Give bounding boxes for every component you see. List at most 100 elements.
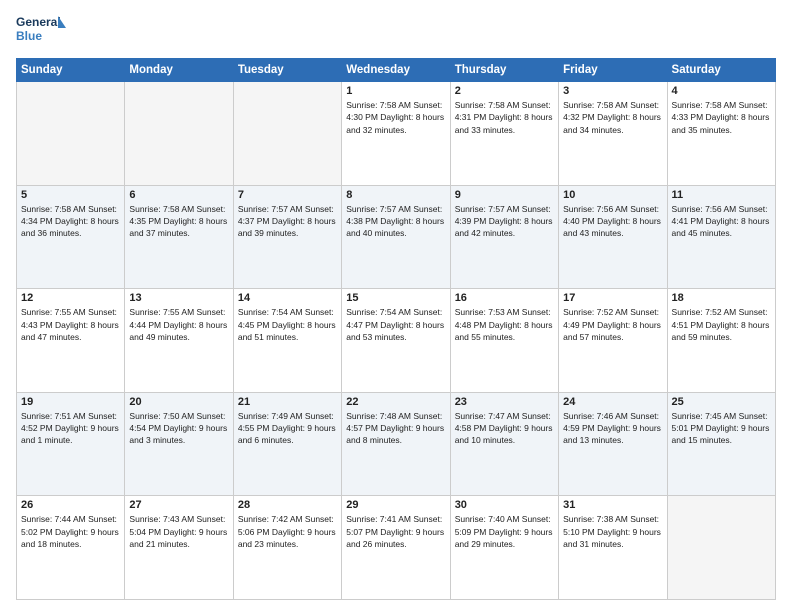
- svg-text:General: General: [16, 15, 61, 29]
- calendar-cell: 6 Sunrise: 7:58 AM Sunset: 4:35 PM Daylig…: [125, 185, 233, 289]
- day-info: Sunrise: 7:54 AM Sunset: 4:45 PM Dayligh…: [238, 306, 337, 343]
- calendar-header-monday: Monday: [125, 59, 233, 82]
- day-number: 2: [455, 85, 554, 97]
- day-number: 20: [129, 396, 228, 408]
- day-number: 11: [672, 189, 771, 201]
- calendar-cell: 3Sunrise: 7:58 AM Sunset: 4:32 PM Daylig…: [559, 82, 667, 186]
- day-number: 14: [238, 292, 337, 304]
- day-info: Sunrise: 7:58 AM Sunset: 4:35 PM Dayligh…: [129, 203, 228, 240]
- day-info: Sunrise: 7:43 AM Sunset: 5:04 PM Dayligh…: [129, 513, 228, 550]
- day-info: Sunrise: 7:50 AM Sunset: 4:54 PM Dayligh…: [129, 410, 228, 447]
- day-number: 10: [563, 189, 662, 201]
- day-info: Sunrise: 7:44 AM Sunset: 5:02 PM Dayligh…: [21, 513, 120, 550]
- day-number: 21: [238, 396, 337, 408]
- day-number: 5: [21, 189, 120, 201]
- calendar-cell: 28 Sunrise: 7:42 AM Sunset: 5:06 PM Dayli…: [233, 496, 341, 600]
- day-number: 23: [455, 396, 554, 408]
- day-info: Sunrise: 7:52 AM Sunset: 4:51 PM Dayligh…: [672, 306, 771, 343]
- day-info: Sunrise: 7:58 AM Sunset: 4:31 PM Dayligh…: [455, 99, 554, 136]
- calendar-header-tuesday: Tuesday: [233, 59, 341, 82]
- day-info: Sunrise: 7:45 AM Sunset: 5:01 PM Dayligh…: [672, 410, 771, 447]
- calendar-cell: [667, 496, 775, 600]
- calendar-cell: 16 Sunrise: 7:53 AM Sunset: 4:48 PM Dayli…: [450, 289, 558, 393]
- day-number: 22: [346, 396, 445, 408]
- day-info: Sunrise: 7:46 AM Sunset: 4:59 PM Dayligh…: [563, 410, 662, 447]
- calendar-table: SundayMondayTuesdayWednesdayThursdayFrid…: [16, 58, 776, 600]
- day-info: Sunrise: 7:58 AM Sunset: 4:32 PM Dayligh…: [563, 99, 662, 136]
- day-number: 19: [21, 396, 120, 408]
- calendar-cell: [125, 82, 233, 186]
- day-number: 31: [563, 499, 662, 511]
- calendar-cell: 25 Sunrise: 7:45 AM Sunset: 5:01 PM Dayli…: [667, 392, 775, 496]
- calendar-cell: 31 Sunrise: 7:38 AM Sunset: 5:10 PM Dayli…: [559, 496, 667, 600]
- calendar-cell: 29Sunrise: 7:41 AM Sunset: 5:07 PM Dayli…: [342, 496, 450, 600]
- day-number: 1: [346, 85, 445, 97]
- calendar-cell: 18 Sunrise: 7:52 AM Sunset: 4:51 PM Dayli…: [667, 289, 775, 393]
- calendar-cell: 12Sunrise: 7:55 AM Sunset: 4:43 PM Dayli…: [17, 289, 125, 393]
- calendar-cell: [17, 82, 125, 186]
- day-number: 16: [455, 292, 554, 304]
- day-number: 24: [563, 396, 662, 408]
- day-number: 4: [672, 85, 771, 97]
- header: General Blue: [16, 12, 776, 50]
- calendar-header-saturday: Saturday: [667, 59, 775, 82]
- logo: General Blue: [16, 12, 66, 50]
- day-info: Sunrise: 7:54 AM Sunset: 4:47 PM Dayligh…: [346, 306, 445, 343]
- calendar-cell: 8Sunrise: 7:57 AM Sunset: 4:38 PM Daylig…: [342, 185, 450, 289]
- calendar-header-sunday: Sunday: [17, 59, 125, 82]
- svg-text:Blue: Blue: [16, 29, 42, 43]
- day-info: Sunrise: 7:55 AM Sunset: 4:44 PM Dayligh…: [129, 306, 228, 343]
- calendar-header-wednesday: Wednesday: [342, 59, 450, 82]
- day-number: 18: [672, 292, 771, 304]
- day-info: Sunrise: 7:49 AM Sunset: 4:55 PM Dayligh…: [238, 410, 337, 447]
- day-number: 17: [563, 292, 662, 304]
- calendar-cell: 2 Sunrise: 7:58 AM Sunset: 4:31 PM Daylig…: [450, 82, 558, 186]
- day-info: Sunrise: 7:58 AM Sunset: 4:30 PM Dayligh…: [346, 99, 445, 136]
- day-info: Sunrise: 7:42 AM Sunset: 5:06 PM Dayligh…: [238, 513, 337, 550]
- day-number: 28: [238, 499, 337, 511]
- day-number: 9: [455, 189, 554, 201]
- day-number: 7: [238, 189, 337, 201]
- page: General Blue SundayMondayTuesdayWednesda…: [0, 0, 792, 612]
- day-info: Sunrise: 7:41 AM Sunset: 5:07 PM Dayligh…: [346, 513, 445, 550]
- calendar-cell: 27 Sunrise: 7:43 AM Sunset: 5:04 PM Dayli…: [125, 496, 233, 600]
- calendar-cell: 30 Sunrise: 7:40 AM Sunset: 5:09 PM Dayli…: [450, 496, 558, 600]
- calendar-cell: 7 Sunrise: 7:57 AM Sunset: 4:37 PM Daylig…: [233, 185, 341, 289]
- day-info: Sunrise: 7:48 AM Sunset: 4:57 PM Dayligh…: [346, 410, 445, 447]
- day-info: Sunrise: 7:58 AM Sunset: 4:34 PM Dayligh…: [21, 203, 120, 240]
- day-info: Sunrise: 7:53 AM Sunset: 4:48 PM Dayligh…: [455, 306, 554, 343]
- day-info: Sunrise: 7:57 AM Sunset: 4:37 PM Dayligh…: [238, 203, 337, 240]
- calendar-cell: 11 Sunrise: 7:56 AM Sunset: 4:41 PM Dayli…: [667, 185, 775, 289]
- day-number: 13: [129, 292, 228, 304]
- calendar-cell: 22 Sunrise: 7:48 AM Sunset: 4:57 PM Dayli…: [342, 392, 450, 496]
- calendar-cell: [233, 82, 341, 186]
- day-number: 27: [129, 499, 228, 511]
- day-info: Sunrise: 7:38 AM Sunset: 5:10 PM Dayligh…: [563, 513, 662, 550]
- day-number: 30: [455, 499, 554, 511]
- day-info: Sunrise: 7:56 AM Sunset: 4:41 PM Dayligh…: [672, 203, 771, 240]
- calendar-cell: 26Sunrise: 7:44 AM Sunset: 5:02 PM Dayli…: [17, 496, 125, 600]
- day-info: Sunrise: 7:56 AM Sunset: 4:40 PM Dayligh…: [563, 203, 662, 240]
- day-number: 15: [346, 292, 445, 304]
- calendar-cell: 14 Sunrise: 7:54 AM Sunset: 4:45 PM Dayli…: [233, 289, 341, 393]
- calendar-cell: 23 Sunrise: 7:47 AM Sunset: 4:58 PM Dayli…: [450, 392, 558, 496]
- calendar-cell: 5 Sunrise: 7:58 AM Sunset: 4:34 PM Daylig…: [17, 185, 125, 289]
- calendar-cell: 15 Sunrise: 7:54 AM Sunset: 4:47 PM Dayli…: [342, 289, 450, 393]
- calendar-cell: 13 Sunrise: 7:55 AM Sunset: 4:44 PM Dayli…: [125, 289, 233, 393]
- day-info: Sunrise: 7:58 AM Sunset: 4:33 PM Dayligh…: [672, 99, 771, 136]
- calendar-cell: 24 Sunrise: 7:46 AM Sunset: 4:59 PM Dayli…: [559, 392, 667, 496]
- day-number: 6: [129, 189, 228, 201]
- calendar-cell: 17Sunrise: 7:52 AM Sunset: 4:49 PM Dayli…: [559, 289, 667, 393]
- calendar-cell: 10 Sunrise: 7:56 AM Sunset: 4:40 PM Dayli…: [559, 185, 667, 289]
- calendar-cell: 20 Sunrise: 7:50 AM Sunset: 4:54 PM Dayli…: [125, 392, 233, 496]
- day-number: 25: [672, 396, 771, 408]
- calendar-cell: 4 Sunrise: 7:58 AM Sunset: 4:33 PM Daylig…: [667, 82, 775, 186]
- calendar-cell: 21 Sunrise: 7:49 AM Sunset: 4:55 PM Dayli…: [233, 392, 341, 496]
- day-info: Sunrise: 7:40 AM Sunset: 5:09 PM Dayligh…: [455, 513, 554, 550]
- logo-svg: General Blue: [16, 12, 66, 50]
- calendar-cell: 9Sunrise: 7:57 AM Sunset: 4:39 PM Daylig…: [450, 185, 558, 289]
- day-info: Sunrise: 7:47 AM Sunset: 4:58 PM Dayligh…: [455, 410, 554, 447]
- day-info: Sunrise: 7:51 AM Sunset: 4:52 PM Dayligh…: [21, 410, 120, 447]
- calendar-header-friday: Friday: [559, 59, 667, 82]
- day-number: 8: [346, 189, 445, 201]
